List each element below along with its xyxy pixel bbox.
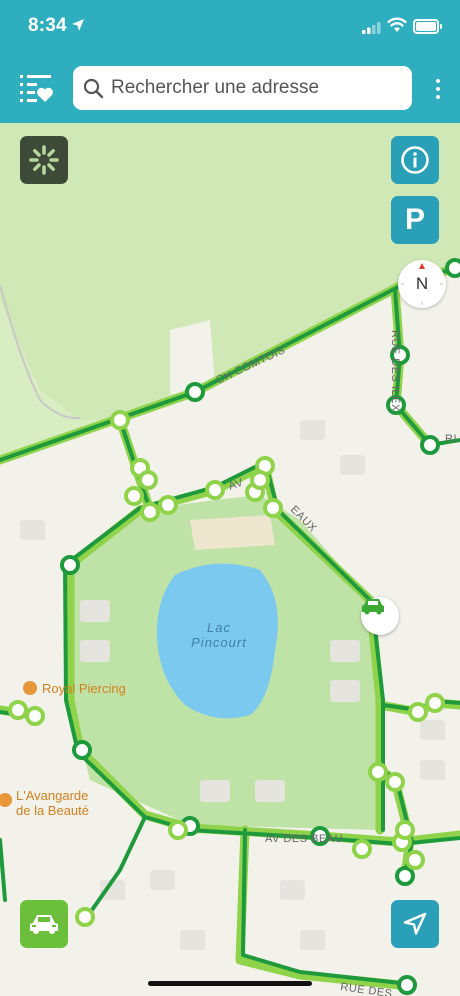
more-options-button[interactable]: [431, 77, 445, 101]
battery-icon: [413, 19, 442, 34]
map-canvas: CH COMTOIS AV DES BEAU RUE DES EAUX AV R…: [0, 123, 460, 996]
lake-label-2: Pincourt: [191, 635, 247, 650]
loading-spinner-icon: [29, 145, 59, 175]
home-indicator[interactable]: [148, 981, 312, 986]
favorites-button[interactable]: [18, 72, 54, 106]
search-input[interactable]: [111, 66, 401, 110]
poi-label-2: de la Beauté: [16, 803, 89, 818]
poi-label: L'Avangarde: [16, 788, 88, 803]
compass-label: N: [415, 274, 429, 293]
favorites-list-icon: [20, 75, 53, 102]
vehicle-marker[interactable]: [361, 597, 399, 635]
search-icon: [83, 78, 104, 99]
info-button[interactable]: [391, 136, 439, 184]
signal-icon: [362, 22, 381, 34]
lake-label: Lac: [207, 620, 231, 635]
status-time: 8:34: [28, 15, 67, 36]
street-label-av-beau: AV DES BEAU: [265, 833, 343, 845]
parking-label: P: [404, 203, 425, 236]
location-arrow-icon: [72, 19, 84, 31]
navigation-arrow-icon: [403, 912, 427, 935]
search-bar[interactable]: [73, 66, 412, 110]
more-vertical-icon: [436, 79, 440, 83]
map-view[interactable]: CH COMTOIS AV DES BEAU RUE DES EAUX AV R…: [0, 123, 460, 996]
status-bar: 8:34: [0, 0, 460, 56]
car-icon: [30, 915, 58, 934]
parking-button[interactable]: P: [391, 196, 439, 244]
compass-button[interactable]: N: [398, 260, 446, 308]
my-vehicle-button[interactable]: [20, 900, 68, 948]
poi-label: Royal Piercing: [42, 681, 126, 696]
info-icon: [401, 146, 429, 174]
wifi-icon: [387, 17, 407, 32]
street-label-right-end: RI: [445, 433, 457, 445]
car-icon: [362, 599, 384, 615]
refresh-button[interactable]: [20, 136, 68, 184]
street-label-ilexes: RUE DES ILEX: [389, 330, 401, 412]
locate-me-button[interactable]: [391, 900, 439, 948]
